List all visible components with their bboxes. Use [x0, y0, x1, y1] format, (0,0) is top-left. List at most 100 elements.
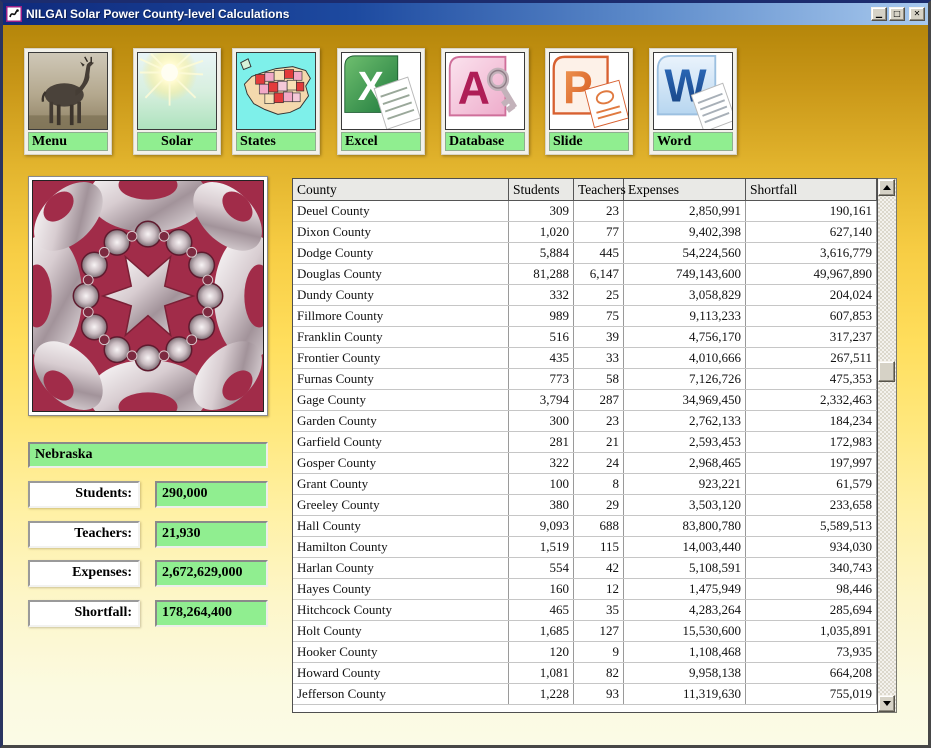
excel-button[interactable]: X Excel [337, 48, 425, 155]
table-row[interactable]: Holt County 1,685 127 15,530,600 1,035,8… [293, 621, 877, 642]
cell-shortfall: 317,237 [746, 327, 877, 347]
cell-shortfall: 934,030 [746, 537, 877, 557]
table-row[interactable]: Greeley County 380 29 3,503,120 233,658 [293, 495, 877, 516]
county-table: County Students Teachers Expenses Shortf… [292, 178, 897, 713]
cell-county: Grant County [293, 474, 509, 494]
window-controls: ▁ □ ✕ [871, 7, 925, 21]
cell-teachers: 35 [574, 600, 624, 620]
table-row[interactable]: Dixon County 1,020 77 9,402,398 627,140 [293, 222, 877, 243]
solar-button[interactable]: Solar [133, 48, 221, 155]
cell-teachers: 9 [574, 642, 624, 662]
window-title: NILGAI Solar Power County-level Calculat… [26, 7, 289, 21]
cell-teachers: 77 [574, 222, 624, 242]
expenses-label: Expenses: [28, 560, 140, 587]
states-button[interactable]: States [232, 48, 320, 155]
table-row[interactable]: Hitchcock County 465 35 4,283,264 285,69… [293, 600, 877, 621]
maximize-button[interactable]: □ [889, 7, 905, 21]
cell-teachers: 6,147 [574, 264, 624, 284]
svg-text:P: P [563, 62, 593, 114]
cell-expenses: 9,113,233 [624, 306, 746, 326]
vertical-scrollbar[interactable] [878, 178, 897, 713]
table-row[interactable]: Garfield County 281 21 2,593,453 172,983 [293, 432, 877, 453]
scroll-up-button[interactable] [878, 179, 895, 196]
table-row[interactable]: Garden County 300 23 2,762,133 184,234 [293, 411, 877, 432]
table-row[interactable]: Jefferson County 1,228 93 11,319,630 755… [293, 684, 877, 705]
cell-shortfall: 1,035,891 [746, 621, 877, 641]
cell-county: Garfield County [293, 432, 509, 452]
shortfall-label: Shortfall: [28, 600, 140, 627]
slide-button-label: Slide [549, 132, 629, 151]
cell-county: Fillmore County [293, 306, 509, 326]
database-button[interactable]: A Database [441, 48, 529, 155]
table-row[interactable]: Howard County 1,081 82 9,958,138 664,208 [293, 663, 877, 684]
table-row[interactable]: Franklin County 516 39 4,756,170 317,237 [293, 327, 877, 348]
table-row[interactable]: Hall County 9,093 688 83,800,780 5,589,5… [293, 516, 877, 537]
table-row[interactable]: Hayes County 160 12 1,475,949 98,446 [293, 579, 877, 600]
table-row[interactable]: Gosper County 322 24 2,968,465 197,997 [293, 453, 877, 474]
cell-students: 1,081 [509, 663, 574, 683]
cell-county: Hooker County [293, 642, 509, 662]
cell-county: Garden County [293, 411, 509, 431]
cell-county: Greeley County [293, 495, 509, 515]
table-row[interactable]: Dodge County 5,884 445 54,224,560 3,616,… [293, 243, 877, 264]
students-value-field[interactable]: 290,000 [155, 481, 268, 508]
solar-button-label: Solar [137, 132, 217, 151]
state-name-field[interactable]: Nebraska [28, 442, 268, 468]
cell-shortfall: 267,511 [746, 348, 877, 368]
cell-expenses: 4,283,264 [624, 600, 746, 620]
county-table-header: County Students Teachers Expenses Shortf… [293, 179, 877, 201]
teachers-value-field[interactable]: 21,930 [155, 521, 268, 548]
maximize-icon: □ [893, 10, 901, 18]
cell-students: 554 [509, 558, 574, 578]
slide-button[interactable]: P Slide [545, 48, 633, 155]
menu-button[interactable]: Menu [24, 48, 112, 155]
table-row[interactable]: Furnas County 773 58 7,126,726 475,353 [293, 369, 877, 390]
cell-county: Hitchcock County [293, 600, 509, 620]
table-row[interactable]: Dundy County 332 25 3,058,829 204,024 [293, 285, 877, 306]
cell-county: Dodge County [293, 243, 509, 263]
table-row[interactable]: Hooker County 120 9 1,108,468 73,935 [293, 642, 877, 663]
fractal-image [28, 176, 268, 416]
cell-teachers: 21 [574, 432, 624, 452]
table-row[interactable]: Frontier County 435 33 4,010,666 267,511 [293, 348, 877, 369]
cell-expenses: 3,058,829 [624, 285, 746, 305]
cell-expenses: 2,762,133 [624, 411, 746, 431]
table-row[interactable]: Harlan County 554 42 5,108,591 340,743 [293, 558, 877, 579]
cell-shortfall: 73,935 [746, 642, 877, 662]
database-button-label: Database [445, 132, 525, 151]
table-row[interactable]: Fillmore County 989 75 9,113,233 607,853 [293, 306, 877, 327]
cell-shortfall: 2,332,463 [746, 390, 877, 410]
shortfall-value-field[interactable]: 178,264,400 [155, 600, 268, 627]
cell-expenses: 4,756,170 [624, 327, 746, 347]
excel-button-label: Excel [341, 132, 421, 151]
cell-teachers: 115 [574, 537, 624, 557]
word-button[interactable]: W Word [649, 48, 737, 155]
cell-teachers: 29 [574, 495, 624, 515]
students-label: Students: [28, 481, 140, 508]
cell-shortfall: 233,658 [746, 495, 877, 515]
cell-students: 465 [509, 600, 574, 620]
close-button[interactable]: ✕ [909, 7, 925, 21]
app-icon [6, 6, 22, 22]
cell-shortfall: 475,353 [746, 369, 877, 389]
cell-county: Gosper County [293, 453, 509, 473]
minimize-button[interactable]: ▁ [871, 7, 887, 21]
table-row[interactable]: Gage County 3,794 287 34,969,450 2,332,4… [293, 390, 877, 411]
cell-expenses: 9,958,138 [624, 663, 746, 683]
table-row[interactable]: Douglas County 81,288 6,147 749,143,600 … [293, 264, 877, 285]
table-row[interactable]: Deuel County 309 23 2,850,991 190,161 [293, 201, 877, 222]
scrollbar-thumb[interactable] [878, 361, 895, 382]
teachers-label: Teachers: [28, 521, 140, 548]
cell-teachers: 287 [574, 390, 624, 410]
scroll-down-button[interactable] [878, 695, 895, 712]
cell-county: Hayes County [293, 579, 509, 599]
cell-teachers: 25 [574, 285, 624, 305]
cell-students: 281 [509, 432, 574, 452]
form-body: Menu [3, 25, 928, 745]
table-row[interactable]: Grant County 100 8 923,221 61,579 [293, 474, 877, 495]
down-arrow-icon [883, 701, 891, 706]
expenses-value-field[interactable]: 2,672,629,000 [155, 560, 268, 587]
cell-teachers: 445 [574, 243, 624, 263]
cell-teachers: 58 [574, 369, 624, 389]
table-row[interactable]: Hamilton County 1,519 115 14,003,440 934… [293, 537, 877, 558]
